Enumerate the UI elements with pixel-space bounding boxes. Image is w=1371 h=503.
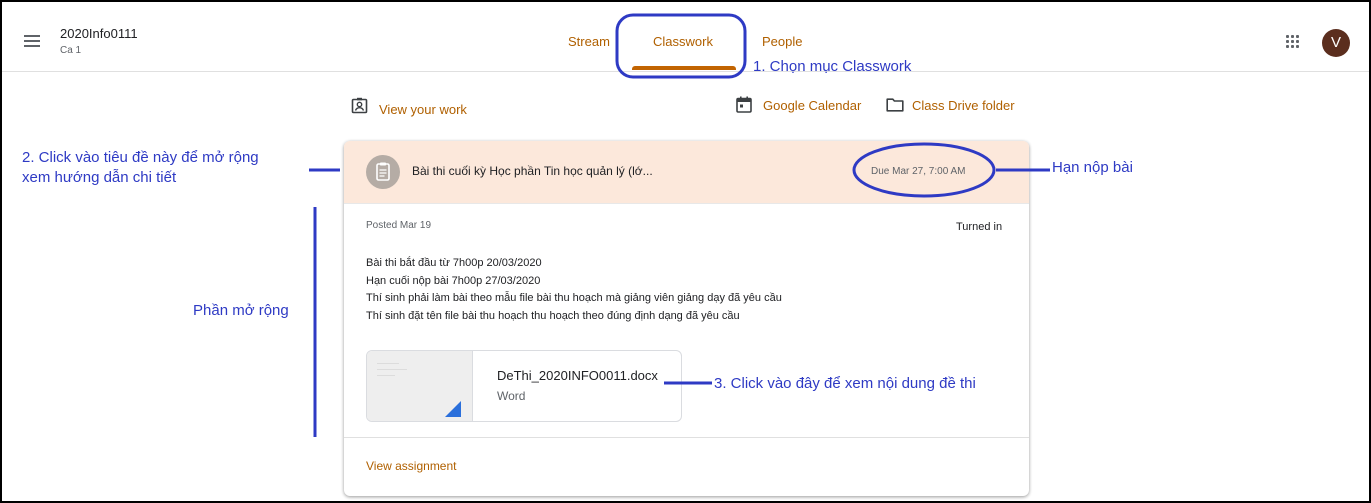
status-badge: Turned in xyxy=(956,221,1003,233)
app-header: 2020Info0111 Ca 1 Stream Classwork Peopl… xyxy=(2,2,1369,72)
posted-date: Posted Mar 19 xyxy=(366,220,432,231)
view-your-work-link[interactable]: View your work xyxy=(379,102,467,117)
avatar[interactable]: V xyxy=(1322,29,1350,57)
active-tab-indicator xyxy=(632,66,736,70)
assignment-card: Bài thi cuối kỳ Học phần Tin học quản lý… xyxy=(344,141,1029,496)
menu-icon[interactable] xyxy=(24,35,40,47)
apps-icon[interactable] xyxy=(1286,35,1300,49)
annotation-step2-line2: xem hướng dẫn chi tiết xyxy=(22,169,177,186)
annotation-expanded: Phần mở rộng xyxy=(193,302,289,319)
assignment-icon xyxy=(366,155,400,189)
file-thumbnail xyxy=(367,351,473,421)
class-title[interactable]: 2020Info0111 xyxy=(60,26,138,41)
tab-people[interactable]: People xyxy=(762,34,802,49)
class-drive-folder-link[interactable]: Class Drive folder xyxy=(912,98,1015,113)
card-divider xyxy=(344,437,1029,438)
description-line: Thí sinh phải làm bài theo mẫu file bài … xyxy=(366,292,782,304)
class-section: Ca 1 xyxy=(60,45,82,56)
annotation-deadline: Hạn nộp bài xyxy=(1052,159,1133,176)
calendar-icon[interactable] xyxy=(736,96,752,113)
annotation-step2-line1: 2. Click vào tiêu đề này để mở rộng xyxy=(22,149,259,166)
attachment-type: Word xyxy=(497,389,526,403)
description-line: Hạn cuối nộp bài 7h00p 27/03/2020 xyxy=(366,274,541,287)
view-assignment-link[interactable]: View assignment xyxy=(366,459,457,473)
description-line: Bài thi bắt đầu từ 7h00p 20/03/2020 xyxy=(366,257,542,269)
description-line: Thí sinh đặt tên file bài thu hoạch thu … xyxy=(366,309,740,322)
folder-icon[interactable] xyxy=(886,97,904,112)
annotation-step1: 1. Chọn mục Classwork xyxy=(753,58,912,75)
google-calendar-link[interactable]: Google Calendar xyxy=(763,98,861,113)
due-date: Due Mar 27, 7:00 AM xyxy=(871,166,966,177)
annotation-step3: 3. Click vào đây để xem nội dung đề thi xyxy=(714,375,976,392)
assignment-header[interactable]: Bài thi cuối kỳ Học phần Tin học quản lý… xyxy=(344,141,1029,204)
assignment-title[interactable]: Bài thi cuối kỳ Học phần Tin học quản lý… xyxy=(412,164,653,178)
attachment-name[interactable]: DeThi_2020INFO0011.docx xyxy=(497,368,658,383)
assignment-ind-icon[interactable] xyxy=(351,97,368,114)
attachment-card[interactable]: DeThi_2020INFO0011.docx Word xyxy=(366,350,682,422)
assignment-description: Bài thi bắt đầu từ 7h00p 20/03/2020 Hạn … xyxy=(366,255,782,325)
tab-classwork[interactable]: Classwork xyxy=(653,34,713,49)
word-file-icon xyxy=(445,401,461,417)
tab-stream[interactable]: Stream xyxy=(568,34,610,49)
